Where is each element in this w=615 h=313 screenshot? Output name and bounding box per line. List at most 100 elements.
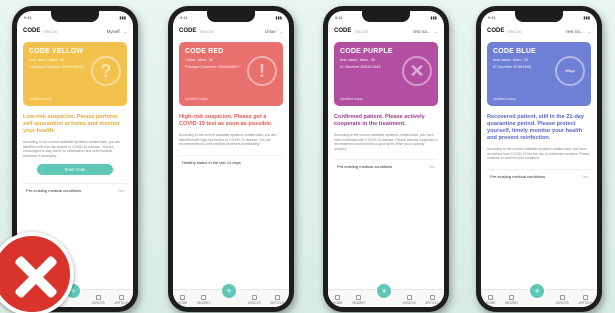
app-header: CODE EN CN test na... ⌄ — [481, 24, 597, 38]
status-time: 9:41 — [488, 15, 496, 20]
status-description: According to the current available epide… — [487, 146, 590, 161]
phone-notch — [207, 11, 255, 22]
code-title: CODE BLUE — [493, 48, 537, 55]
nearby-icon — [509, 295, 515, 300]
tab-home[interactable]: HOME — [486, 295, 496, 305]
code-title: CODE YELLOW — [29, 48, 84, 55]
language-switch[interactable]: EN CN — [200, 29, 212, 34]
code-title: CODE RED — [185, 48, 224, 55]
article-icon — [274, 295, 280, 300]
app-header: CODE EN CN test na... ⌄ — [328, 24, 444, 38]
tab-assess[interactable]: ASSESS — [92, 295, 105, 305]
assess-icon — [95, 295, 101, 300]
article-icon — [429, 295, 435, 300]
card-updated: Updated today — [493, 97, 516, 101]
tab-article[interactable]: ARTICLE — [114, 295, 128, 305]
section-row[interactable]: Healthy status in the last 14 days — [179, 154, 283, 169]
article-icon — [582, 295, 588, 300]
card-updated: Updated today — [29, 97, 52, 101]
tab-article[interactable]: ARTICLE — [578, 295, 592, 305]
app-header: CODE EN CN chloe ⌄ — [173, 24, 289, 38]
user-selector[interactable]: test na... — [566, 29, 583, 34]
status-headline: Low-risk suspicion. Please perform self-… — [23, 114, 120, 134]
section-label: Pre-existing medical conditions — [26, 188, 82, 194]
section-label: Pre-existing medical conditions — [490, 173, 546, 179]
nearby-icon — [201, 295, 207, 300]
status-emblem-icon: ! — [247, 56, 277, 86]
status-headline: Confirmed patient. Please actively coope… — [334, 114, 425, 127]
tab-nearby[interactable]: NEARBY — [352, 295, 366, 305]
center-action-button[interactable]: + — [220, 282, 239, 300]
app-header: CODE EN CN Myself ⌄ — [17, 24, 133, 38]
health-code-card[interactable]: CODE PURPLE test name, Male, 30 IC Numbe… — [334, 42, 438, 106]
status-emblem-icon: ? — [91, 56, 121, 86]
tab-article[interactable]: ARTICLE — [270, 295, 284, 305]
section-label: Pre-existing medical conditions — [337, 164, 393, 170]
section-toggle[interactable]: Yes — [581, 174, 588, 179]
health-code-card[interactable]: CODE YELLOW test name, Male, 30 Passport… — [23, 42, 127, 106]
tab-assess[interactable]: ASSESS — [556, 295, 569, 305]
phone-mockup: 9:41 ▮▮▮ CODE EN CN test na... ⌄ CODE BL… — [476, 6, 602, 312]
battery-icon: ▮▮▮ — [583, 15, 590, 20]
app-brand: CODE — [23, 28, 41, 34]
chevron-down-icon[interactable]: ⌄ — [588, 29, 591, 34]
phone-screen: 9:41 ▮▮▮ CODE EN CN chloe ⌄ CODE RED Chl… — [173, 11, 289, 307]
home-icon — [180, 295, 186, 300]
tab-assess[interactable]: ASSESS — [403, 295, 416, 305]
phone-mockup: 9:41 ▮▮▮ CODE EN CN chloe ⌄ CODE RED Chl… — [168, 6, 294, 312]
tab-article[interactable]: ARTICLE — [425, 295, 439, 305]
tab-nearby[interactable]: NEARBY — [197, 295, 211, 305]
assess-icon — [251, 295, 257, 300]
section-toggle[interactable]: Yes — [117, 188, 124, 193]
bottom-tab-bar: HOME NEARBY + ASSESS ARTICLE — [481, 282, 597, 307]
code-title: CODE PURPLE — [340, 48, 393, 55]
user-selector[interactable]: chloe — [265, 29, 276, 34]
language-switch[interactable]: EN CN — [44, 29, 56, 34]
battery-icon: ▮▮▮ — [119, 15, 126, 20]
home-icon — [335, 295, 341, 300]
status-time: 9:41 — [24, 15, 32, 20]
home-icon — [488, 295, 494, 300]
chevron-down-icon[interactable]: ⌄ — [435, 29, 438, 34]
user-selector[interactable]: test na... — [413, 29, 430, 34]
battery-icon: ▮▮▮ — [275, 15, 282, 20]
status-emblem-icon: ~ — [555, 56, 585, 86]
phone-notch — [515, 11, 563, 22]
section-toggle[interactable]: Yes — [428, 164, 435, 169]
assess-icon — [559, 295, 565, 300]
status-time: 9:41 — [180, 15, 188, 20]
tab-home[interactable]: HOME — [333, 295, 343, 305]
phone-screen: 9:41 ▮▮▮ CODE EN CN test na... ⌄ CODE BL… — [481, 11, 597, 307]
chevron-down-icon[interactable]: ⌄ — [280, 29, 283, 34]
language-switch[interactable]: EN CN — [508, 29, 520, 34]
language-switch[interactable]: EN CN — [355, 29, 367, 34]
chevron-down-icon[interactable]: ⌄ — [124, 29, 127, 34]
app-brand: CODE — [334, 28, 352, 34]
scan-code-button[interactable]: Scan Code — [37, 164, 113, 176]
screenshot-stage: 9:41 ▮▮▮ CODE EN CN Myself ⌄ CODE YELLOW… — [0, 0, 615, 313]
app-brand: CODE — [179, 28, 197, 34]
tab-nearby[interactable]: NEARBY — [505, 295, 519, 305]
bottom-tab-bar: HOME NEARBY + ASSESS ARTICLE — [173, 282, 289, 307]
user-selector[interactable]: Myself — [107, 29, 120, 34]
health-code-card[interactable]: CODE BLUE test name, Male, 30 IC Number … — [487, 42, 591, 106]
center-action-button[interactable]: + — [375, 282, 394, 300]
tab-home[interactable]: HOME — [178, 295, 188, 305]
tab-assess[interactable]: ASSESS — [248, 295, 261, 305]
card-updated: Updated today — [340, 97, 363, 101]
nearby-icon — [356, 295, 362, 300]
section-row[interactable]: Pre-existing medical conditions Yes — [334, 159, 438, 173]
bottom-tab-bar: HOME NEARBY + ASSESS ARTICLE — [328, 282, 444, 307]
phone-screen: 9:41 ▮▮▮ CODE EN CN test na... ⌄ CODE PU… — [328, 11, 444, 307]
status-headline: Recovered patient, still in the 21-day q… — [487, 114, 584, 141]
phone-notch — [362, 11, 410, 22]
section-row[interactable]: Pre-existing medical conditions Yes — [23, 183, 127, 197]
section-row[interactable]: Pre-existing medical conditions Yes — [487, 168, 591, 183]
status-time: 9:41 — [335, 15, 343, 20]
section-label: Healthy status in the last 14 days — [182, 159, 241, 165]
status-description: According to the current available epide… — [179, 132, 277, 147]
health-code-card[interactable]: CODE RED Chloe, Male, 30 Passport Number… — [179, 42, 283, 106]
center-action-button[interactable]: + — [528, 282, 547, 300]
status-description: According to the current available epide… — [23, 139, 121, 158]
status-description: According to the current available epide… — [334, 132, 438, 151]
